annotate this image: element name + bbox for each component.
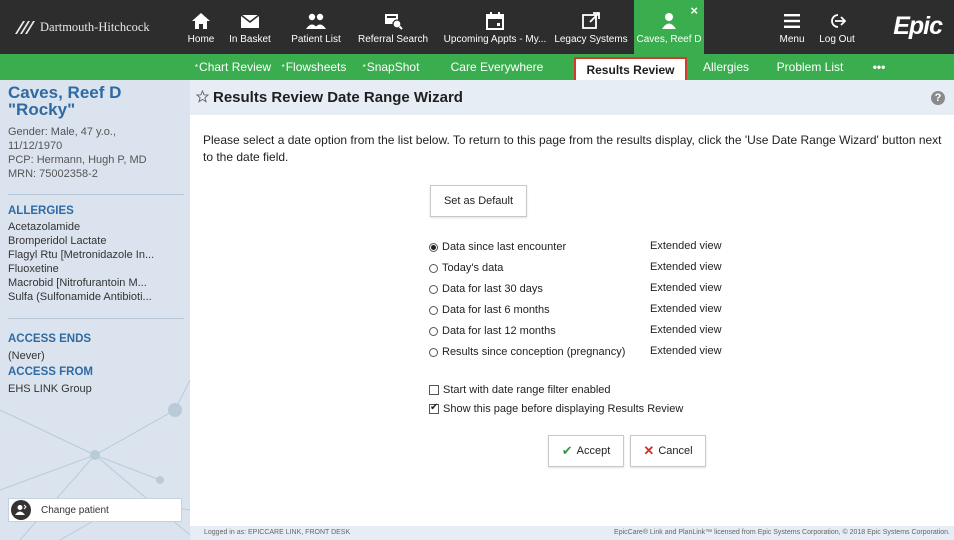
wizard-title-bar: Results Review Date Range Wizard ? [190, 80, 954, 115]
access-from-value: EHS LINK Group [8, 383, 92, 395]
help-icon[interactable]: ? [931, 91, 945, 105]
star-marker: * [281, 62, 285, 72]
radio-button[interactable] [429, 242, 438, 252]
favorite-star-icon[interactable] [196, 90, 209, 103]
patient-mrn: MRN: 75002358-2 [8, 168, 98, 180]
divider [8, 194, 184, 195]
logout-icon [824, 11, 850, 31]
divider [8, 318, 184, 319]
tab-patient-list[interactable]: Patient List [286, 0, 346, 54]
tab-menu[interactable]: Menu [774, 0, 810, 54]
cancel-button[interactable]: ✕ Cancel [630, 435, 706, 467]
close-icon[interactable]: × [690, 3, 698, 18]
extended-view-label: Extended view [650, 240, 722, 252]
org-logo-icon [15, 21, 35, 34]
tab-upcoming-appts[interactable]: Upcoming Appts - My... [441, 0, 549, 54]
external-link-icon [578, 11, 604, 31]
allergy-item: Macrobid [Nitrofurantoin M... [8, 277, 147, 289]
tab-patient-workspace[interactable]: × Caves, Reef D [634, 0, 704, 54]
logged-in-text: Logged in as: EPICCARE LINK, FRONT DESK [204, 529, 351, 536]
set-as-default-button[interactable]: Set as Default [430, 185, 527, 217]
status-bar: Logged in as: EPICCARE LINK, FRONT DESK … [190, 526, 954, 540]
extended-view-label: Extended view [650, 261, 722, 273]
patient-pcp: PCP: Hermann, Hugh P, MD [8, 154, 147, 166]
change-patient-button[interactable]: Change patient [8, 498, 182, 522]
radio-button[interactable] [429, 305, 438, 315]
option-since-last-encounter[interactable]: Data since last encounter [429, 240, 566, 254]
tab-problem-list[interactable]: Problem List [766, 54, 854, 80]
radio-button[interactable] [429, 326, 438, 336]
referral-search-icon [380, 11, 406, 31]
allergies-header: ALLERGIES [8, 205, 74, 217]
access-ends-header: ACCESS ENDS [8, 333, 92, 345]
star-marker: * [362, 62, 366, 72]
tab-referral-search[interactable]: Referral Search [353, 0, 433, 54]
tab-in-basket[interactable]: In Basket [222, 0, 278, 54]
checkbox[interactable] [429, 402, 439, 414]
top-header: Dartmouth-Hitchcock Home In Basket Patie… [0, 0, 954, 54]
checkmark-icon: ✔ [561, 443, 573, 458]
option-todays-data[interactable]: Today's data [429, 261, 503, 275]
close-x-icon: ✕ [643, 443, 655, 458]
tab-chart-review[interactable]: * Chart Review [192, 54, 274, 80]
radio-button[interactable] [429, 284, 438, 294]
menu-icon [779, 11, 805, 31]
tab-allergies[interactable]: Allergies [690, 54, 762, 80]
tab-legacy-systems[interactable]: Legacy Systems [552, 0, 630, 54]
org-name: Dartmouth-Hitchcock [40, 19, 150, 34]
extended-view-label: Extended view [650, 303, 722, 315]
option-last-6-months[interactable]: Data for last 6 months [429, 303, 550, 317]
access-ends-value: (Never) [8, 350, 45, 362]
extended-view-label: Extended view [650, 282, 722, 294]
allergy-item: Sulfa (Sulfonamide Antibioti... [8, 291, 152, 303]
tab-snapshot[interactable]: * SnapShot [355, 54, 427, 80]
change-patient-icon [11, 500, 31, 520]
tab-results-review[interactable]: Results Review [574, 57, 687, 80]
checkbox[interactable] [429, 385, 439, 395]
calendar-icon [482, 11, 508, 31]
radio-button[interactable] [429, 347, 438, 357]
patient-dob: 11/12/1970 [8, 140, 63, 152]
org-logo: Dartmouth-Hitchcock [0, 0, 180, 54]
tab-home[interactable]: Home [184, 0, 218, 54]
wizard-instructions: Please select a date option from the lis… [203, 133, 942, 164]
date-range-filter-checkbox[interactable]: Start with date range filter enabled [429, 383, 611, 397]
epic-logo: Epic [893, 12, 943, 40]
tab-flowsheets[interactable]: * Flowsheets [276, 54, 352, 80]
radio-button[interactable] [429, 263, 438, 273]
patient-list-icon [303, 11, 329, 31]
extended-view-label: Extended view [650, 324, 722, 336]
accept-button[interactable]: ✔ Accept [548, 435, 624, 467]
star-marker: * [194, 62, 199, 72]
patient-gender-age: Gender: Male, 47 y.o., [8, 126, 117, 138]
option-last-12-months[interactable]: Data for last 12 months [429, 324, 556, 338]
mail-icon [237, 11, 263, 31]
patient-sidebar: Caves, Reef D "Rocky" Gender: Male, 47 y… [0, 80, 190, 540]
person-icon [656, 11, 682, 31]
show-page-checkbox[interactable]: Show this page before displaying Results… [429, 402, 683, 416]
allergy-item: Flagyl Rtu [Metronidazole In... [8, 249, 155, 261]
allergy-item: Fluoxetine [8, 263, 59, 275]
extended-view-label: Extended view [650, 345, 722, 357]
page-title: Results Review Date Range Wizard [213, 89, 463, 106]
license-text: EpicCare® Link and PlanLink™ licensed fr… [614, 529, 950, 536]
allergy-item: Bromperidol Lactate [8, 235, 107, 247]
home-icon [188, 11, 214, 31]
more-tabs-button[interactable]: ••• [862, 54, 896, 80]
main-content: Results Review Date Range Wizard ? Pleas… [190, 80, 954, 526]
patient-name: Caves, Reef D "Rocky" [8, 83, 122, 119]
option-last-30-days[interactable]: Data for last 30 days [429, 282, 543, 296]
option-since-conception[interactable]: Results since conception (pregnancy) [429, 345, 625, 359]
allergy-item: Acetazolamide [8, 221, 81, 233]
access-from-header: ACCESS FROM [8, 366, 93, 378]
activity-tab-bar: * Chart Review * Flowsheets * SnapShot Care… [0, 54, 954, 80]
tab-log-out[interactable]: Log Out [817, 0, 857, 54]
tab-care-everywhere[interactable]: Care Everywhere [432, 54, 562, 80]
